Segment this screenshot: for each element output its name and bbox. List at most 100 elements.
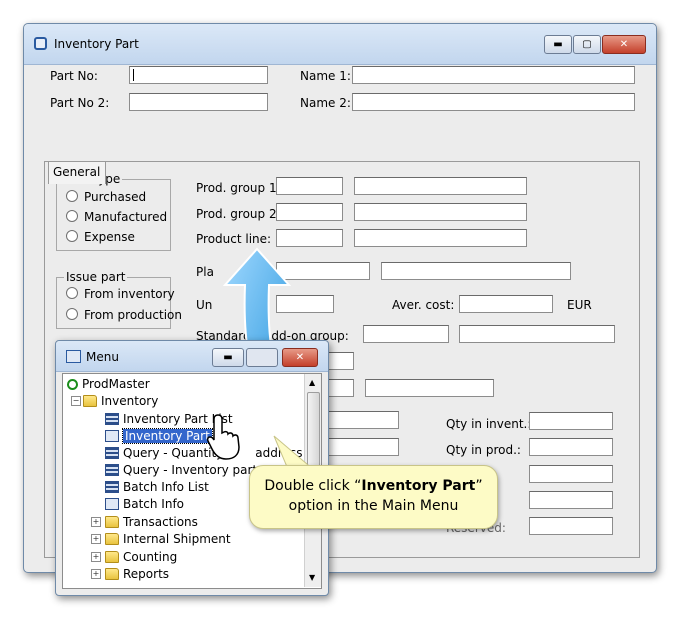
- menu-minimize-button[interactable]: ▬: [212, 348, 244, 367]
- hand-cursor-icon: [206, 414, 240, 460]
- tree-item-inventory-part[interactable]: Inventory Part: [105, 428, 213, 444]
- maximize-button[interactable]: ▢: [573, 35, 601, 54]
- tree-item-query-inventory-part-c[interactable]: Query - Inventory part c: [105, 462, 268, 478]
- root-icon: [67, 379, 78, 390]
- part-no-label: Part No:: [50, 69, 98, 83]
- tree-item-label: Counting: [123, 550, 178, 564]
- tree-item-reports[interactable]: + Reports: [91, 566, 170, 582]
- planner-desc[interactable]: [381, 262, 571, 280]
- instruction-callout: Double click “Inventory Part” option in …: [249, 465, 498, 529]
- scroll-down-icon[interactable]: ▼: [309, 573, 315, 582]
- table-icon: [105, 481, 119, 493]
- table-icon: [105, 464, 119, 476]
- table-icon: [105, 447, 119, 459]
- prod-group-2-code[interactable]: [276, 203, 343, 221]
- currency-label: EUR: [567, 298, 592, 312]
- window-title: Inventory Part: [54, 37, 139, 51]
- tab-general[interactable]: General: [48, 161, 106, 184]
- expand-icon[interactable]: +: [91, 569, 101, 579]
- reserved-input[interactable]: [529, 517, 613, 535]
- tree-item-label: Batch Info: [123, 497, 185, 511]
- folder-icon: [105, 533, 119, 545]
- prod-group-1-desc[interactable]: [354, 177, 527, 195]
- tree-item-prodmaster[interactable]: ProdMaster: [67, 376, 150, 392]
- field-row-d[interactable]: [327, 438, 399, 456]
- callout-line-1: Double click “Inventory Part”: [264, 478, 483, 494]
- tree-item-internal-shipment[interactable]: + Internal Shipment: [91, 531, 231, 547]
- part-no-2-input[interactable]: [129, 93, 268, 111]
- prod-group-2-desc[interactable]: [354, 203, 527, 221]
- menu-title: Menu: [86, 350, 119, 364]
- qty-in-invent-input[interactable]: [529, 412, 613, 430]
- menu-title-bar[interactable]: Menu ▬ ✕: [56, 341, 328, 372]
- radio-expense[interactable]: Expense: [66, 230, 135, 244]
- radio-purchased[interactable]: Purchased: [66, 190, 146, 204]
- title-bar[interactable]: Inventory Part ▬ ▢ ✕: [24, 24, 656, 65]
- tree-item-label: Query - Inventory part c: [123, 463, 268, 477]
- field-row-c[interactable]: [327, 411, 399, 429]
- form-icon: [105, 430, 119, 442]
- scroll-up-icon[interactable]: ▲: [309, 378, 315, 387]
- qty-in-invent-label: Qty in invent.:: [446, 417, 532, 431]
- field-row-a[interactable]: [327, 352, 354, 370]
- add-on-group-code[interactable]: [363, 325, 449, 343]
- prod-group-2-label: Prod. group 2:: [196, 207, 281, 221]
- minimize-button[interactable]: ▬: [544, 35, 572, 54]
- expand-icon[interactable]: +: [91, 552, 101, 562]
- issue-part-legend: Issue part: [64, 270, 128, 284]
- gear-app-icon: [34, 37, 47, 50]
- folder-icon: [105, 568, 119, 580]
- product-line-desc[interactable]: [354, 229, 527, 247]
- radio-circle-icon: [66, 308, 78, 320]
- prod-group-1-code[interactable]: [276, 177, 343, 195]
- qty-field-4[interactable]: [529, 491, 613, 509]
- expand-icon[interactable]: +: [91, 534, 101, 544]
- prod-group-1-label: Prod. group 1:: [196, 181, 281, 195]
- aver-cost-input[interactable]: [459, 295, 553, 313]
- close-button[interactable]: ✕: [602, 35, 646, 54]
- menu-maximize-button-hidden[interactable]: [246, 348, 278, 367]
- tree-item-batch-info-list[interactable]: Batch Info List: [105, 479, 209, 495]
- radio-circle-icon: [66, 210, 78, 222]
- part-no-2-label: Part No 2:: [50, 96, 110, 110]
- tree-item-label: Inventory Part: [122, 428, 213, 444]
- folder-icon: [105, 516, 119, 528]
- radio-from-inventory[interactable]: From inventory: [66, 287, 175, 301]
- folder-open-icon: [83, 395, 97, 407]
- collapse-icon[interactable]: −: [71, 396, 81, 406]
- tree-item-transactions[interactable]: + Transactions: [91, 514, 198, 530]
- radio-circle-icon: [66, 287, 78, 299]
- radio-circle-icon: [66, 230, 78, 242]
- radio-from-production[interactable]: From production: [66, 308, 182, 322]
- form-icon: [105, 498, 119, 510]
- radio-circle-icon: [66, 190, 78, 202]
- tree-item-label: Inventory: [101, 394, 159, 408]
- expand-icon[interactable]: +: [91, 517, 101, 527]
- aver-cost-label: Aver. cost:: [392, 298, 455, 312]
- field-row-b-desc[interactable]: [365, 379, 494, 397]
- tree-item-batch-info[interactable]: Batch Info: [105, 496, 184, 512]
- name-2-label: Name 2:: [300, 96, 351, 110]
- name-1-input[interactable]: [352, 66, 635, 84]
- part-no-input[interactable]: [129, 66, 268, 84]
- tree-item-inventory[interactable]: − Inventory: [71, 393, 159, 409]
- table-icon: [105, 413, 119, 425]
- tree-item-label: ProdMaster: [82, 377, 150, 391]
- name-2-input[interactable]: [352, 93, 635, 111]
- qty-field-3[interactable]: [529, 465, 613, 483]
- tree-item-label: Internal Shipment: [123, 532, 231, 546]
- radio-manufactured[interactable]: Manufactured: [66, 210, 167, 224]
- tree-item-counting[interactable]: + Counting: [91, 549, 178, 565]
- tree-item-label: Batch Info List: [123, 480, 209, 494]
- add-on-group-desc[interactable]: [459, 325, 615, 343]
- name-1-label: Name 1:: [300, 69, 351, 83]
- tree-item-label: Reports: [123, 567, 170, 581]
- menu-window-icon: [66, 350, 81, 363]
- callout-line-2: option in the Main Menu: [288, 498, 459, 514]
- tree-item-label: Transactions: [123, 515, 198, 529]
- qty-in-prod-label: Qty in prod.:: [446, 443, 521, 457]
- menu-close-button[interactable]: ✕: [282, 348, 318, 367]
- field-row-b[interactable]: [327, 379, 354, 397]
- qty-in-prod-input[interactable]: [529, 438, 613, 456]
- product-line-label: Product line:: [196, 232, 272, 246]
